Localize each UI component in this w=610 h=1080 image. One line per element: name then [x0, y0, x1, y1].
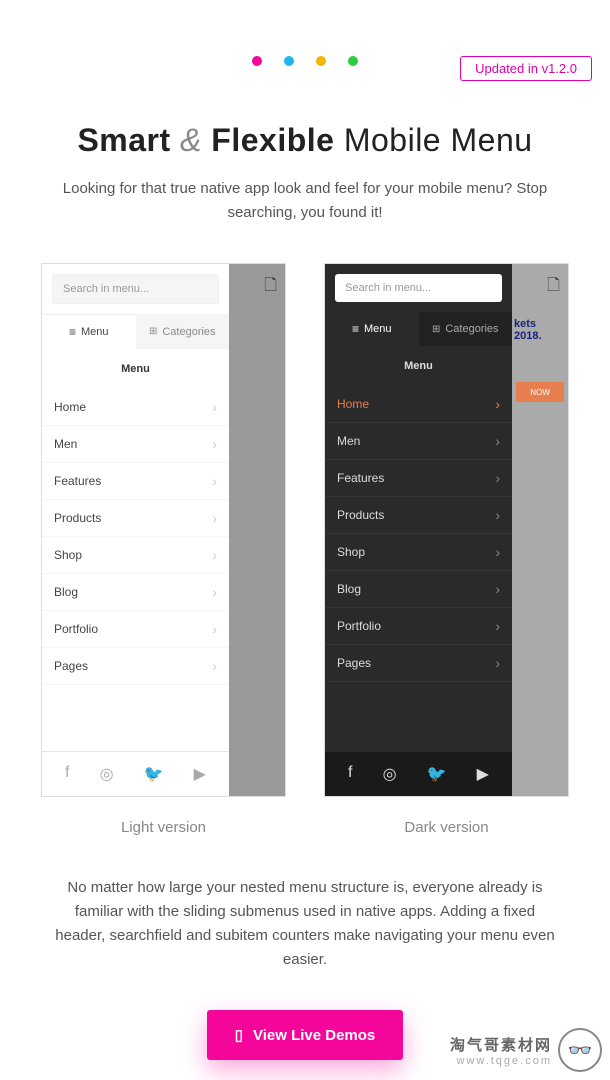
- tab-menu[interactable]: ≡Menu: [325, 312, 419, 346]
- preview-dark: 🗋 kets2018. NOW Search in menu... ≡Menu …: [324, 263, 569, 836]
- background-strip: 🗋 kets2018. NOW: [510, 264, 568, 796]
- tabs: ≡Menu ⊞Categories: [325, 312, 512, 346]
- chevron-right-icon: ›: [495, 396, 500, 412]
- menu-item[interactable]: Home›: [325, 386, 512, 423]
- subtitle: Looking for that true native app look an…: [48, 177, 562, 225]
- chevron-right-icon: ›: [212, 621, 217, 637]
- background-strip: 🗋: [227, 264, 285, 796]
- mockup-light: 🗋 Search in menu... ≡Menu ⊞Categories Me…: [41, 263, 286, 797]
- menu-panel-dark: Search in menu... ≡Menu ⊞Categories Menu…: [325, 264, 512, 796]
- tab-categories[interactable]: ⊞Categories: [419, 312, 513, 346]
- chevron-right-icon: ›: [495, 433, 500, 449]
- mascot-icon: 👓: [558, 1028, 602, 1072]
- menu-item[interactable]: Pages›: [325, 645, 512, 682]
- chevron-right-icon: ›: [495, 655, 500, 671]
- dot: [252, 56, 262, 66]
- top-row: Updated in v1.2.0: [0, 0, 610, 66]
- search-input[interactable]: Search in menu...: [52, 274, 219, 304]
- view-demos-button[interactable]: ▯ View Live Demos: [207, 1010, 404, 1060]
- social-row: f ◎ 🐦 ▶: [325, 751, 512, 796]
- grid-icon: ⊞: [149, 326, 157, 337]
- version-badge: Updated in v1.2.0: [460, 56, 592, 81]
- hamburger-icon: ≡: [69, 325, 76, 339]
- twitter-icon[interactable]: 🐦: [144, 764, 164, 784]
- chevron-right-icon: ›: [212, 436, 217, 452]
- mockup-dark: 🗋 kets2018. NOW Search in menu... ≡Menu …: [324, 263, 569, 797]
- watermark: 淘气哥素材网 www.tqge.com 👓: [450, 1028, 602, 1072]
- instagram-icon[interactable]: ◎: [100, 764, 114, 784]
- chevron-right-icon: ›: [212, 584, 217, 600]
- menu-items: Home› Men› Features› Products› Shop› Blo…: [42, 389, 229, 751]
- preview-light: 🗋 Search in menu... ≡Menu ⊞Categories Me…: [41, 263, 286, 836]
- dot: [316, 56, 326, 66]
- chevron-right-icon: ›: [212, 510, 217, 526]
- menu-item[interactable]: Portfolio›: [325, 608, 512, 645]
- menu-item[interactable]: Pages›: [42, 648, 229, 685]
- grid-icon: ⊞: [432, 324, 440, 335]
- dot: [284, 56, 294, 66]
- chevron-right-icon: ›: [495, 618, 500, 634]
- menu-item[interactable]: Blog›: [42, 574, 229, 611]
- menu-item[interactable]: Men›: [42, 426, 229, 463]
- tab-menu[interactable]: ≡Menu: [42, 314, 136, 349]
- menu-heading: Menu: [325, 346, 512, 386]
- social-row: f ◎ 🐦 ▶: [42, 751, 229, 796]
- menu-item[interactable]: Products›: [325, 497, 512, 534]
- chevron-right-icon: ›: [212, 473, 217, 489]
- caption-light: Light version: [41, 819, 286, 836]
- facebook-icon[interactable]: f: [65, 764, 69, 784]
- caption-dark: Dark version: [324, 819, 569, 836]
- mobile-icon: ▯: [235, 1026, 243, 1044]
- previews-row: 🗋 Search in menu... ≡Menu ⊞Categories Me…: [0, 263, 610, 836]
- color-dots: [252, 56, 358, 66]
- page-title: Smart & Flexible Mobile Menu: [0, 122, 610, 159]
- tabs: ≡Menu ⊞Categories: [42, 314, 229, 349]
- dot: [348, 56, 358, 66]
- menu-panel-light: Search in menu... ≡Menu ⊞Categories Menu…: [42, 264, 229, 796]
- menu-item[interactable]: Features›: [42, 463, 229, 500]
- menu-item[interactable]: Shop›: [325, 534, 512, 571]
- menu-item[interactable]: Products›: [42, 500, 229, 537]
- cart-icon: 🗋: [264, 274, 277, 301]
- chevron-right-icon: ›: [495, 507, 500, 523]
- menu-item[interactable]: Shop›: [42, 537, 229, 574]
- chevron-right-icon: ›: [212, 658, 217, 674]
- tab-categories[interactable]: ⊞Categories: [136, 314, 230, 349]
- chevron-right-icon: ›: [495, 581, 500, 597]
- cart-icon: 🗋: [547, 274, 560, 301]
- youtube-icon[interactable]: ▶: [194, 764, 206, 784]
- menu-items: Home› Men› Features› Products› Shop› Blo…: [325, 386, 512, 751]
- bg-promo-text: kets2018.: [510, 314, 568, 346]
- chevron-right-icon: ›: [495, 470, 500, 486]
- menu-item[interactable]: Blog›: [325, 571, 512, 608]
- bg-promo-button: NOW: [516, 382, 564, 402]
- menu-item[interactable]: Features›: [325, 460, 512, 497]
- bottom-description: No matter how large your nested menu str…: [48, 876, 562, 972]
- facebook-icon[interactable]: f: [348, 764, 352, 784]
- chevron-right-icon: ›: [212, 399, 217, 415]
- chevron-right-icon: ›: [495, 544, 500, 560]
- youtube-icon[interactable]: ▶: [477, 764, 489, 784]
- menu-item[interactable]: Men›: [325, 423, 512, 460]
- instagram-icon[interactable]: ◎: [383, 764, 397, 784]
- chevron-right-icon: ›: [212, 547, 217, 563]
- search-input[interactable]: Search in menu...: [335, 274, 502, 302]
- menu-heading: Menu: [42, 349, 229, 389]
- menu-item[interactable]: Home›: [42, 389, 229, 426]
- hamburger-icon: ≡: [352, 322, 359, 336]
- twitter-icon[interactable]: 🐦: [427, 764, 447, 784]
- menu-item[interactable]: Portfolio›: [42, 611, 229, 648]
